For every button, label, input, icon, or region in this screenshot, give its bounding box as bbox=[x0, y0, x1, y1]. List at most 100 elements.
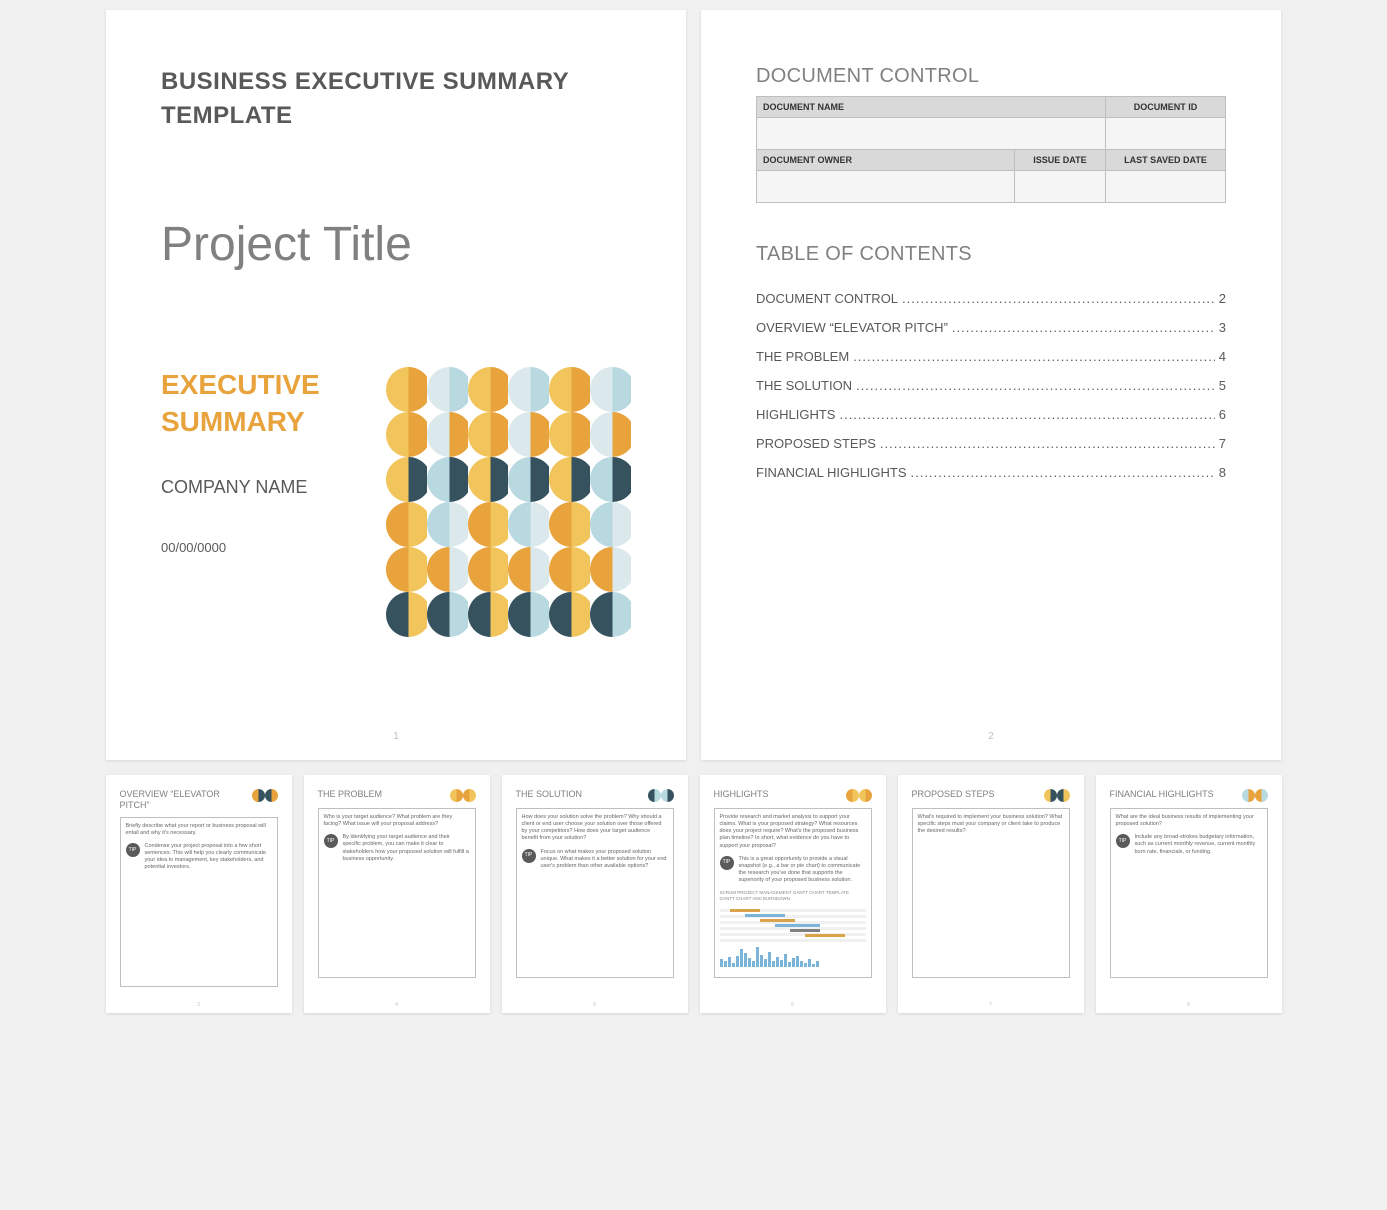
thumb-question: What's required to implement your busine… bbox=[918, 814, 1064, 835]
company-name: COMPANY NAME bbox=[161, 475, 361, 500]
toc-label: PROPOSED STEPS bbox=[756, 436, 876, 451]
toc-list: DOCUMENT CONTROL........................… bbox=[756, 291, 1226, 480]
tip-badge-icon: TIP bbox=[324, 834, 338, 848]
thumbnail-strip: OVERVIEW “ELEVATOR PITCH” Briefly descri… bbox=[10, 775, 1377, 1013]
page-number: 7 bbox=[989, 1002, 992, 1008]
thumb-question: Provide research and market analysis to … bbox=[720, 814, 866, 850]
template-title: BUSINESS EXECUTIVE SUMMARY TEMPLATE bbox=[161, 65, 631, 132]
toc-row: DOCUMENT CONTROL........................… bbox=[756, 291, 1226, 306]
toc-label: HIGHLIGHTS bbox=[756, 407, 835, 422]
toc-row: PROPOSED STEPS .........................… bbox=[756, 436, 1226, 451]
page1-lower-row: EXECUTIVE SUMMARY COMPANY NAME 00/00/000… bbox=[161, 367, 631, 637]
td-issue-date bbox=[1014, 171, 1105, 203]
thumb-body: How does your solution solve the problem… bbox=[516, 808, 674, 978]
thumb-title: THE SOLUTION bbox=[516, 789, 583, 800]
thumb-pattern-icon bbox=[648, 789, 674, 802]
tip-text: Include any broad-strokes budgetary info… bbox=[1135, 834, 1262, 855]
td-doc-id bbox=[1106, 118, 1226, 150]
page-number: 5 bbox=[593, 1002, 596, 1008]
thumb-question: How does your solution solve the problem… bbox=[522, 814, 668, 843]
tip-badge-icon: TIP bbox=[522, 849, 536, 863]
thumb-title: THE PROBLEM bbox=[318, 789, 383, 800]
toc-row: THE PROBLEM ............................… bbox=[756, 349, 1226, 364]
thumb-question: What are the ideal business results of i… bbox=[1116, 814, 1262, 828]
th-doc-owner: DOCUMENT OWNER bbox=[757, 150, 1015, 171]
decorative-pattern-icon bbox=[386, 367, 631, 637]
toc-heading: TABLE OF CONTENTS bbox=[756, 243, 1226, 266]
thumbnail-page: HIGHLIGHTS Provide research and market a… bbox=[700, 775, 886, 1013]
document-control-heading: DOCUMENT CONTROL bbox=[756, 65, 1226, 88]
thumb-body: Who is your target audience? What proble… bbox=[318, 808, 476, 978]
thumb-body: What are the ideal business results of i… bbox=[1110, 808, 1268, 978]
th-last-saved: LAST SAVED DATE bbox=[1106, 150, 1226, 171]
toc-dots: ........................................… bbox=[910, 465, 1214, 480]
page-1: BUSINESS EXECUTIVE SUMMARY TEMPLATE Proj… bbox=[106, 10, 686, 760]
toc-page: 5 bbox=[1219, 378, 1226, 393]
thumb-pattern-icon bbox=[252, 789, 278, 802]
page-2: DOCUMENT CONTROL DOCUMENT NAME DOCUMENT … bbox=[701, 10, 1281, 760]
th-doc-id: DOCUMENT ID bbox=[1106, 97, 1226, 118]
thumb-body: What's required to implement your busine… bbox=[912, 808, 1070, 978]
thumb-pattern-icon bbox=[1044, 789, 1070, 802]
executive-summary-heading: EXECUTIVE SUMMARY bbox=[161, 367, 361, 440]
thumb-question: Briefly describe what your report or bus… bbox=[126, 823, 272, 837]
toc-page: 4 bbox=[1219, 349, 1226, 364]
thumbnail-page: THE SOLUTION How does your solution solv… bbox=[502, 775, 688, 1013]
tip-badge-icon: TIP bbox=[126, 843, 140, 857]
thumb-pattern-icon bbox=[1242, 789, 1268, 802]
toc-row: HIGHLIGHTS .............................… bbox=[756, 407, 1226, 422]
th-issue-date: ISSUE DATE bbox=[1014, 150, 1105, 171]
thumbnail-page: OVERVIEW “ELEVATOR PITCH” Briefly descri… bbox=[106, 775, 292, 1013]
toc-label: FINANCIAL HIGHLIGHTS bbox=[756, 465, 906, 480]
tip-text: This is a great opportunity to provide a… bbox=[739, 856, 866, 885]
page1-left-col: EXECUTIVE SUMMARY COMPANY NAME 00/00/000… bbox=[161, 367, 361, 637]
tip-badge-icon: TIP bbox=[720, 856, 734, 870]
toc-dots: ........................................… bbox=[880, 436, 1215, 451]
toc-row: OVERVIEW “ELEVATOR PITCH” ..............… bbox=[756, 320, 1226, 335]
page-number: 6 bbox=[791, 1002, 794, 1008]
td-last-saved bbox=[1106, 171, 1226, 203]
toc-page: 8 bbox=[1219, 465, 1226, 480]
thumb-pattern-icon bbox=[846, 789, 872, 802]
thumbnail-page: THE PROBLEM Who is your target audience?… bbox=[304, 775, 490, 1013]
main-pages-row: BUSINESS EXECUTIVE SUMMARY TEMPLATE Proj… bbox=[10, 10, 1377, 760]
toc-page: 3 bbox=[1219, 320, 1226, 335]
toc-label: THE SOLUTION bbox=[756, 378, 852, 393]
th-doc-name: DOCUMENT NAME bbox=[757, 97, 1106, 118]
tip-text: Focus on what makes your proposed soluti… bbox=[541, 849, 668, 870]
tip-text: Condense your project proposal into a fe… bbox=[145, 843, 272, 872]
page-number: 3 bbox=[197, 1002, 200, 1008]
toc-dots: ........................................… bbox=[902, 291, 1215, 306]
thumb-title: FINANCIAL HIGHLIGHTS bbox=[1110, 789, 1214, 800]
thumbnail-page: FINANCIAL HIGHLIGHTS What are the ideal … bbox=[1096, 775, 1282, 1013]
page-number: 2 bbox=[988, 731, 994, 742]
thumb-question: Who is your target audience? What proble… bbox=[324, 814, 470, 828]
page-number: 8 bbox=[1187, 1002, 1190, 1008]
toc-label: OVERVIEW “ELEVATOR PITCH” bbox=[756, 320, 948, 335]
page-number: 4 bbox=[395, 1002, 398, 1008]
toc-page: 2 bbox=[1219, 291, 1226, 306]
toc-dots: ........................................… bbox=[853, 349, 1215, 364]
td-doc-name bbox=[757, 118, 1106, 150]
toc-row: THE SOLUTION ...........................… bbox=[756, 378, 1226, 393]
toc-dots: ........................................… bbox=[856, 378, 1215, 393]
toc-row: FINANCIAL HIGHLIGHTS ...................… bbox=[756, 465, 1226, 480]
date-placeholder: 00/00/0000 bbox=[161, 540, 361, 555]
toc-page: 7 bbox=[1219, 436, 1226, 451]
thumb-title: HIGHLIGHTS bbox=[714, 789, 769, 800]
toc-page: 6 bbox=[1219, 407, 1226, 422]
tip-badge-icon: TIP bbox=[1116, 834, 1130, 848]
thumb-body: Provide research and market analysis to … bbox=[714, 808, 872, 978]
thumb-title: PROPOSED STEPS bbox=[912, 789, 995, 800]
toc-dots: ........................................… bbox=[952, 320, 1215, 335]
td-doc-owner bbox=[757, 171, 1015, 203]
thumb-body: Briefly describe what your report or bus… bbox=[120, 817, 278, 987]
toc-dots: ........................................… bbox=[839, 407, 1214, 422]
tip-text: By identifying your target audience and … bbox=[343, 834, 470, 863]
thumbnail-page: PROPOSED STEPS What's required to implem… bbox=[898, 775, 1084, 1013]
toc-label: THE PROBLEM bbox=[756, 349, 849, 364]
thumb-pattern-icon bbox=[450, 789, 476, 802]
project-title: Project Title bbox=[161, 217, 631, 272]
toc-label: DOCUMENT CONTROL bbox=[756, 291, 898, 306]
page-number: 1 bbox=[393, 731, 399, 742]
